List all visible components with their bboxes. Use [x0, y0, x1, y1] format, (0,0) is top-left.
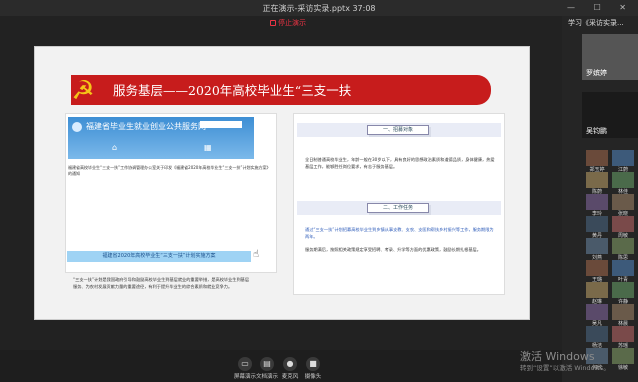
participant-thumbnail[interactable]: 叶青 — [612, 260, 634, 283]
site-logo-icon — [72, 122, 82, 132]
participant-thumbnail[interactable]: 苏瑶 — [612, 326, 634, 349]
grid-icon: ▦ — [204, 143, 212, 152]
slide-title: 服务基层——2020年高校毕业生“三支一扶 — [113, 83, 352, 98]
speaker-name: 罗嫔婷 — [586, 69, 607, 77]
participant-thumbnail[interactable]: 郑玉婷 — [586, 150, 608, 173]
speaker-name: 吴钧鹏 — [586, 127, 607, 135]
participant-thumbnail[interactable]: 许静 — [612, 282, 634, 305]
section-text-3: 服务期满后，按照相关政策规定享受招聘、考录、升学等方面的优惠政策，鼓励长期扎根基… — [305, 247, 481, 252]
participant-thumbnail[interactable]: 刘燕 — [586, 238, 608, 261]
stop-icon — [270, 20, 276, 26]
section-text-1: 全日制普通高校毕业生，年龄一般在30岁以下，具有良好的思想政治素质和道德品质，身… — [305, 157, 495, 169]
left-paragraph: “三支一扶”计划是我国政府引导和鼓励高校毕业生到基层就业的重要举措，是高校毕业生… — [73, 277, 250, 289]
site-name: 福建省毕业生就业创业公共服务网 — [86, 122, 206, 131]
meeting-title: 学习《采访实录... — [568, 19, 624, 27]
stop-label: 停止演示 — [278, 19, 306, 27]
party-emblem-icon: ☭ — [71, 76, 95, 106]
screen-icon: ▭ — [238, 357, 252, 371]
notice-text: 福建省高校毕业生“三支一扶”工作协调管理办公室关于印发《福建省2020年高校毕业… — [68, 165, 271, 176]
window-controls[interactable]: — ☐ ✕ — [567, 3, 634, 12]
participant-thumbnail[interactable]: 陈思 — [612, 238, 634, 261]
left-panel: 福建省毕业生就业创业公共服务网 ⌂ ▦ 福建省高校毕业生“三支一扶”工作协调管理… — [65, 113, 277, 273]
hand-cursor-icon: ☝ — [253, 249, 260, 260]
participant-thumbnail[interactable]: 周敏 — [612, 216, 634, 239]
microphone-icon: ● — [283, 357, 297, 371]
section-heading-1: 一、招募对象 — [367, 125, 429, 135]
participant-thumbnail[interactable]: 黄丹 — [586, 216, 608, 239]
camera-button[interactable]: ■ 摄像头 — [298, 357, 328, 380]
website-header: 福建省毕业生就业创业公共服务网 ⌂ ▦ — [68, 117, 254, 159]
slide: ☭ 服务基层——2020年高校毕业生“三支一扶 福建省毕业生就业创业公共服务网 … — [34, 46, 530, 320]
participant-thumbnail[interactable]: 吴凡 — [586, 304, 608, 327]
participant-thumbnail[interactable]: 王璐 — [586, 260, 608, 283]
section-heading-2: 二、工作任务 — [367, 203, 429, 213]
participant-thumbnail[interactable]: 杨洁 — [586, 326, 608, 349]
plan-title-strip: 福建省2020年高校毕业生“三支一扶”计划实施方案 — [67, 251, 251, 262]
tool-label: 摄像头 — [304, 374, 322, 380]
stop-presentation-button[interactable]: 停止演示 — [258, 18, 318, 29]
section-text-2: 通过“三支一扶”计划招募高校毕业生到乡镇从事支教、支农、支医和帮扶乡村振兴等工作… — [305, 227, 494, 239]
speaker-tile-1[interactable]: 罗嫔婷 — [582, 34, 638, 80]
document-icon: ▤ — [260, 357, 274, 371]
window-titlebar: 正在演示-采访实录.pptx 37:08 — ☐ ✕ — [0, 0, 638, 16]
window-title: 正在演示-采访实录.pptx 37:08 — [262, 4, 376, 13]
participant-name: 徐敏 — [617, 365, 628, 371]
participant-thumbnail[interactable]: 林佳 — [612, 172, 634, 195]
participant-thumbnail[interactable]: 赵琳 — [586, 282, 608, 305]
participant-thumbnail[interactable]: 张晓 — [612, 194, 634, 217]
site-search-box — [200, 121, 242, 128]
participant-thumbnail[interactable]: 徐敏 — [612, 348, 634, 371]
participant-thumbnail[interactable]: 陈蔚 — [586, 172, 608, 195]
tool-label: 麦克风 — [281, 374, 299, 380]
speaker-tile-2[interactable]: 吴钧鹏 — [582, 92, 638, 138]
participant-thumbnail[interactable]: 李玲 — [586, 194, 608, 217]
camera-icon: ■ — [306, 357, 320, 371]
participant-thumbnail[interactable]: 林晨 — [612, 304, 634, 327]
windows-activation-hint: 转到“设置”以激活 Windows。 — [520, 364, 610, 372]
participant-thumbnail[interactable]: 江蔚 — [612, 150, 634, 173]
home-icon: ⌂ — [112, 143, 118, 152]
